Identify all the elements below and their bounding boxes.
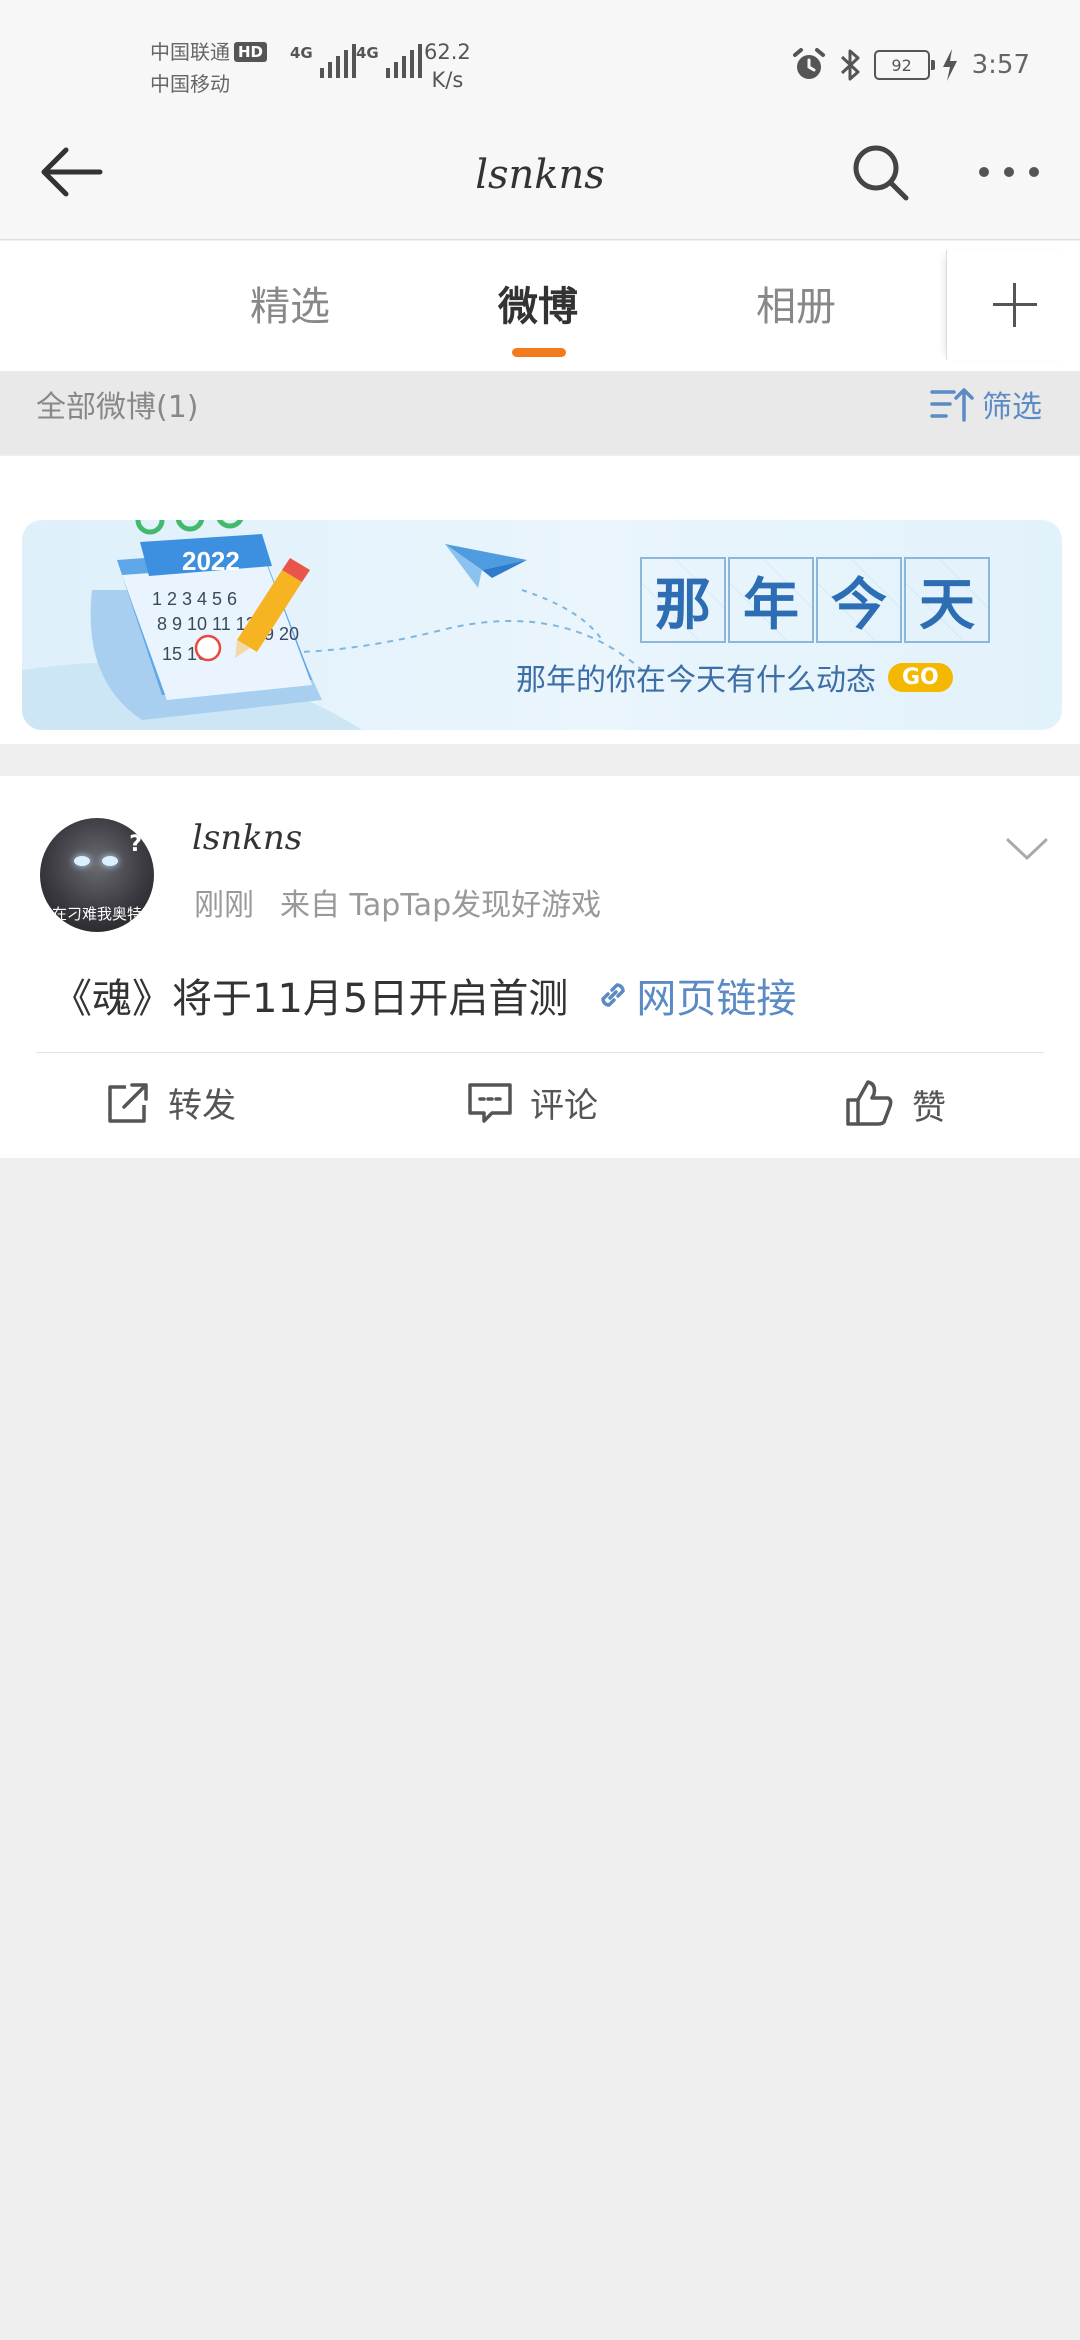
signal-strength-2: 4G xyxy=(356,44,422,78)
banner-title-char: 那 xyxy=(640,557,726,643)
divider xyxy=(36,1052,1044,1053)
all-weibo-count[interactable]: 全部微博(1) xyxy=(36,382,199,426)
carrier-1: 中国联通 xyxy=(150,40,230,64)
tab-featured[interactable]: 精选 xyxy=(250,274,330,332)
web-link-label: 网页链接 xyxy=(636,976,797,1022)
carrier-info: 中国联通 HD 中国移动 xyxy=(150,36,268,100)
clock-time: 3:57 xyxy=(971,50,1030,80)
tab-weibo[interactable]: 微博 xyxy=(498,274,578,332)
banner-subtitle-row: 那年的你在今天有什么动态 GO xyxy=(516,655,953,699)
add-tab-button[interactable] xyxy=(946,250,1080,360)
web-link[interactable]: 网页链接 xyxy=(594,966,796,1024)
post-content: 《魂》将于11月5日开启首测 网页链接 xyxy=(52,966,796,1024)
battery-icon: 92 xyxy=(873,50,935,80)
post-author[interactable]: lsnkns xyxy=(192,818,302,858)
sort-filter-icon xyxy=(930,388,974,422)
like-button[interactable]: 赞 xyxy=(844,1078,946,1130)
banner-subtitle: 那年的你在今天有什么动态 xyxy=(516,663,876,698)
battery-level: 92 xyxy=(891,55,912,75)
avatar-caption: 在刁难我奥特 xyxy=(51,905,142,923)
avatar-question-mark: ? xyxy=(129,832,142,857)
svg-text:1 2 3 4 5 6: 1 2 3 4 5 6 xyxy=(152,589,237,609)
avatar-eye xyxy=(74,856,90,866)
comment-icon xyxy=(468,1082,512,1123)
carrier-2: 中国移动 xyxy=(150,72,230,96)
repost-icon xyxy=(108,1082,148,1123)
post-meta: 刚刚 来自 TapTap发现好游戏 xyxy=(194,880,601,924)
network-type-1: 4G xyxy=(290,44,313,62)
active-tab-indicator xyxy=(512,348,566,357)
comment-label: 评论 xyxy=(530,1086,598,1126)
post-text: 《魂》将于11月5日开启首测 xyxy=(52,976,569,1022)
tab-album[interactable]: 相册 xyxy=(756,274,836,332)
charging-icon xyxy=(942,49,957,81)
banner-title-char: 年 xyxy=(728,557,814,643)
alarm-icon xyxy=(792,48,825,79)
post-time: 刚刚 xyxy=(194,888,254,923)
banner-title-char: 今 xyxy=(816,557,902,643)
repost-button[interactable]: 转发 xyxy=(104,1078,236,1127)
signal-strength-1: 4G xyxy=(290,44,356,78)
banner-title: 那 年 今 天 xyxy=(640,557,992,643)
hd-badge: HD xyxy=(234,42,268,62)
status-icons: 92 3:57 xyxy=(790,46,1030,84)
network-type-2: 4G xyxy=(356,44,379,62)
go-button[interactable]: GO xyxy=(888,662,953,692)
link-icon xyxy=(601,983,626,1007)
repost-label: 转发 xyxy=(168,1086,236,1126)
page-title: lsnkns xyxy=(475,152,605,198)
chevron-down-icon[interactable] xyxy=(1004,834,1050,864)
bluetooth-icon xyxy=(840,49,860,81)
like-label: 赞 xyxy=(912,1087,946,1128)
avatar-eye xyxy=(102,856,118,866)
banner-title-char: 天 xyxy=(904,557,990,643)
network-speed-value: 62.2 xyxy=(424,40,471,64)
comment-button[interactable]: 评论 xyxy=(466,1078,598,1127)
svg-text:8 9 10 11 12: 8 9 10 11 12 xyxy=(157,614,256,634)
like-icon xyxy=(846,1080,893,1126)
network-speed: 62.2 K/s xyxy=(424,38,471,94)
filter-label: 筛选 xyxy=(982,390,1042,425)
network-speed-unit: K/s xyxy=(431,68,464,92)
more-icon[interactable] xyxy=(974,150,1044,194)
avatar[interactable]: ? 在刁难我奥特 xyxy=(40,818,154,932)
post-source[interactable]: 来自 TapTap发现好游戏 xyxy=(280,888,601,923)
calendar-year: 2022 xyxy=(182,546,240,576)
search-icon[interactable] xyxy=(848,140,912,204)
filter-button[interactable]: 筛选 xyxy=(930,382,1042,426)
